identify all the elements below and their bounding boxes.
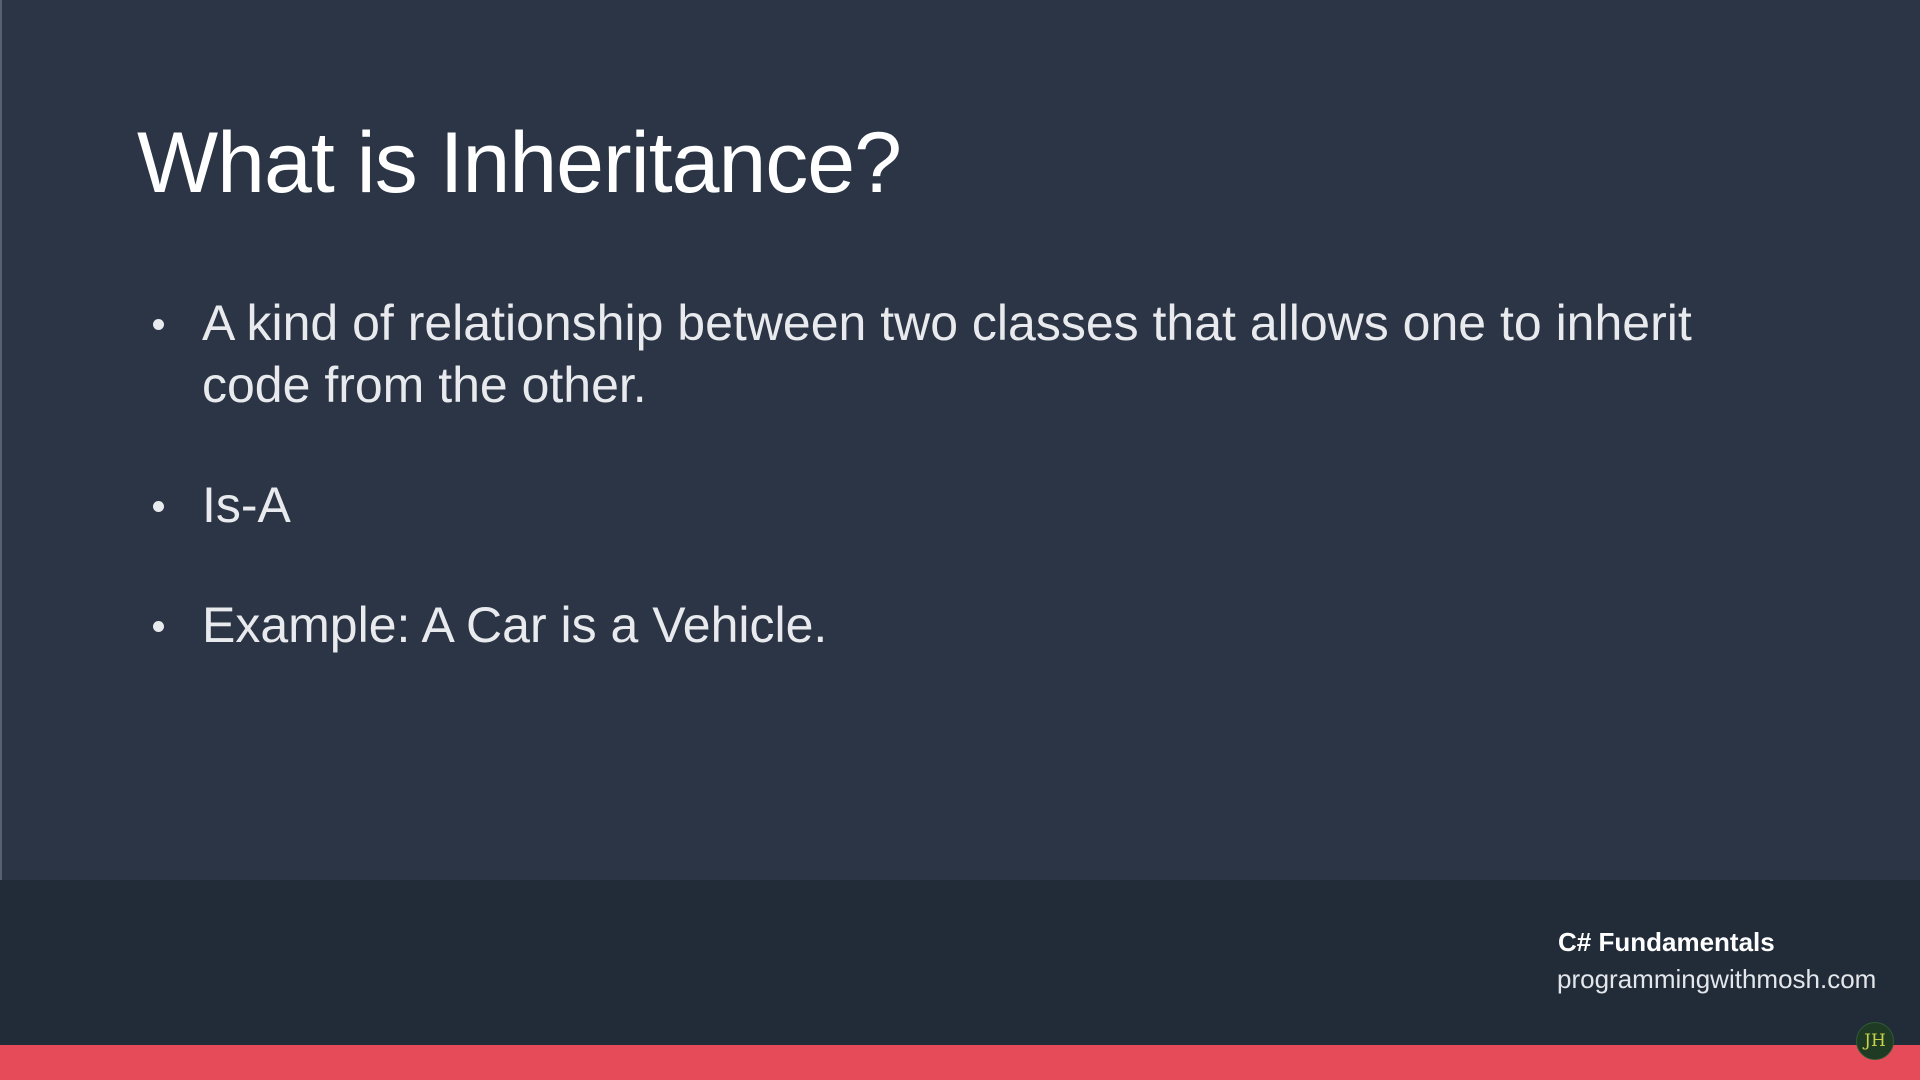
slide: What is Inheritance? A kind of relations… bbox=[0, 0, 1920, 1080]
bullet-item: A kind of relationship between two class… bbox=[140, 292, 1790, 416]
bullet-text: A kind of relationship between two class… bbox=[202, 295, 1692, 413]
watermark-text: JH bbox=[1864, 1031, 1886, 1051]
bullet-dot-icon bbox=[153, 319, 164, 330]
bullet-dot-icon bbox=[153, 621, 164, 632]
bullet-list: A kind of relationship between two class… bbox=[140, 292, 1790, 714]
bullet-item: Example: A Car is a Vehicle. bbox=[140, 594, 1790, 656]
watermark-badge-icon: JH bbox=[1856, 1022, 1894, 1060]
footer-course-title: C# Fundamentals bbox=[1558, 927, 1775, 957]
bullet-text: Is-A bbox=[202, 477, 291, 533]
slide-title: What is Inheritance? bbox=[137, 115, 902, 211]
bullet-text: Example: A Car is a Vehicle. bbox=[202, 597, 828, 653]
bullet-item: Is-A bbox=[140, 474, 1790, 536]
bullet-dot-icon bbox=[153, 501, 164, 512]
footer-site-url: programmingwithmosh.com bbox=[1557, 964, 1877, 994]
accent-bar bbox=[0, 1045, 1920, 1080]
